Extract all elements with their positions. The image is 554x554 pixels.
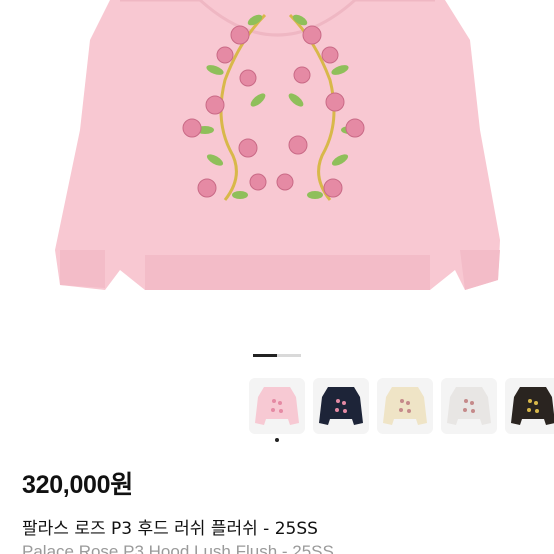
- image-pager: [253, 354, 301, 357]
- color-variant-list: [249, 378, 554, 434]
- pager-indicator[interactable]: [277, 354, 301, 357]
- product-title-english: Palace Rose P3 Hood Lush Flush - 25SS: [22, 542, 334, 554]
- pink-hoodie-thumbnail: [255, 387, 299, 425]
- product-title-korean: 팔라스 로즈 P3 후드 러쉬 플러쉬 - 25SS: [22, 519, 318, 539]
- rose-hoodie-image: [55, 0, 500, 290]
- navy-hoodie-thumbnail: [319, 387, 363, 425]
- variant-thumbnail-cream[interactable]: [377, 378, 433, 434]
- variant-thumbnail-pink[interactable]: [249, 378, 305, 434]
- grey-hoodie-thumbnail: [447, 387, 491, 425]
- variant-thumbnail-navy[interactable]: [313, 378, 369, 434]
- product-price: 320,000원: [22, 471, 133, 499]
- pager-indicator-active[interactable]: [253, 354, 277, 357]
- selected-variant-indicator: [275, 438, 279, 442]
- variant-thumbnail-black[interactable]: [505, 378, 554, 434]
- product-image[interactable]: [0, 0, 554, 328]
- variant-thumbnail-grey[interactable]: [441, 378, 497, 434]
- black-hoodie-thumbnail: [511, 387, 554, 425]
- cream-hoodie-thumbnail: [383, 387, 427, 425]
